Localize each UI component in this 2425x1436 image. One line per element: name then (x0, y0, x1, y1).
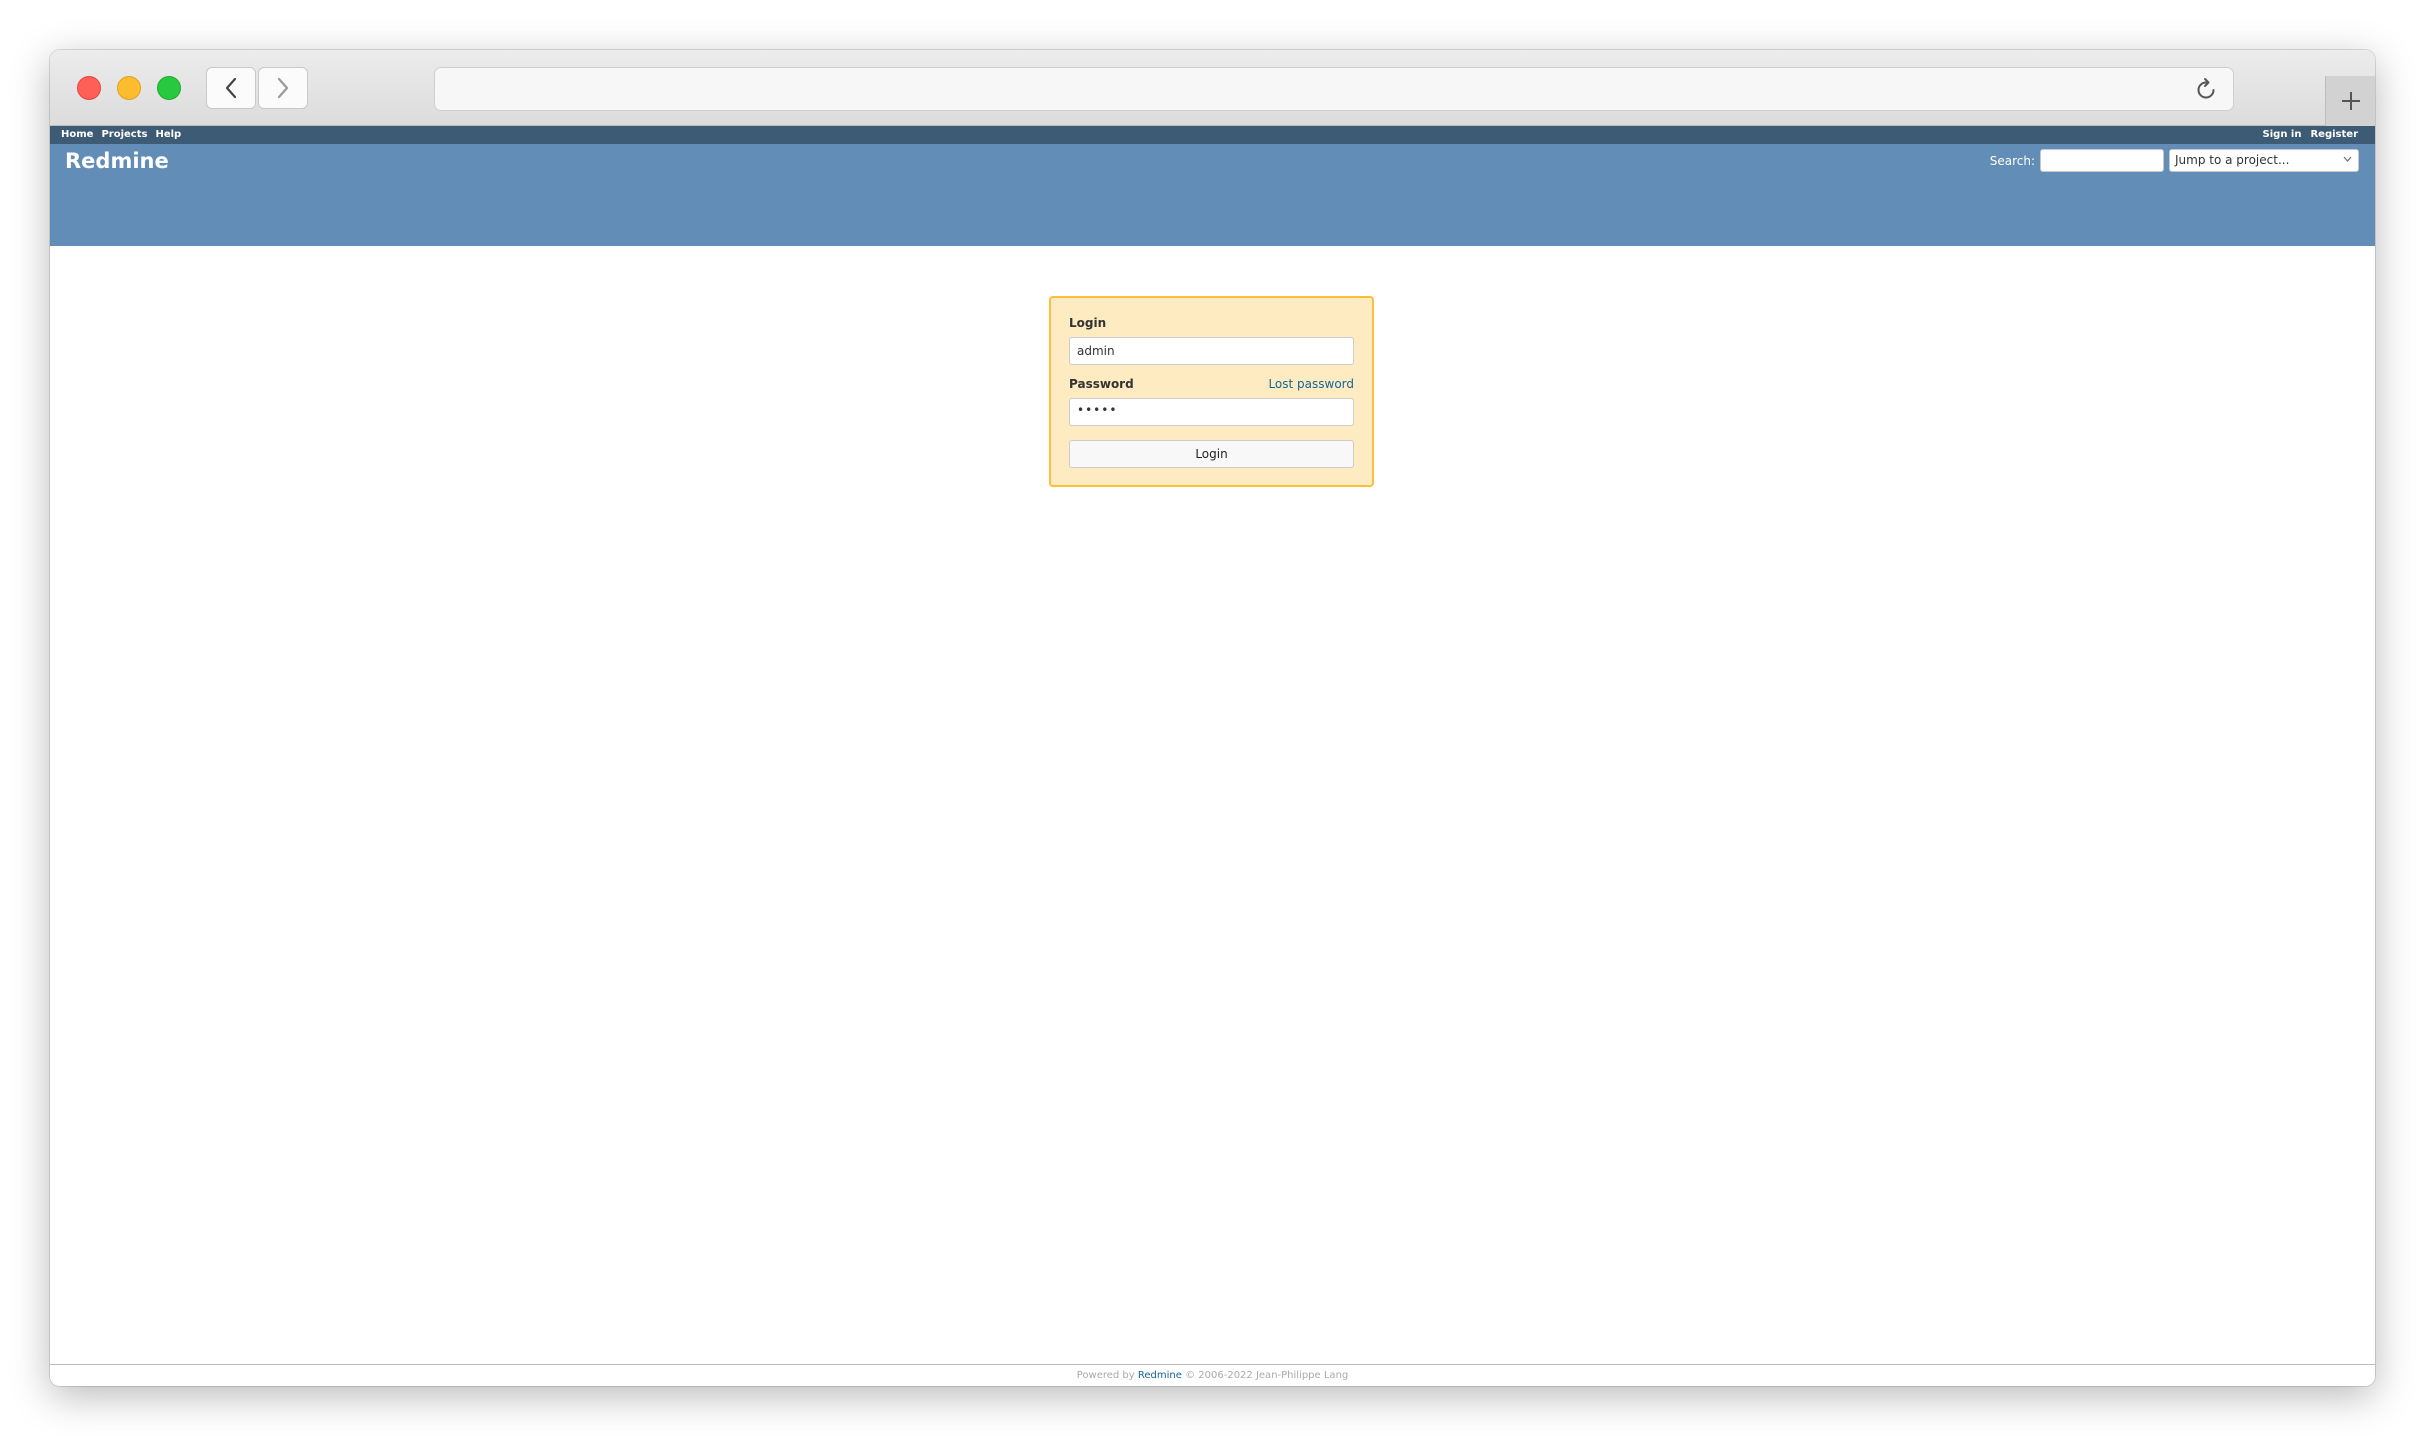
close-window-button[interactable] (77, 76, 101, 100)
browser-window: Home Projects Help Sign in Register Redm… (50, 50, 2375, 1386)
top-menu-left: Home Projects Help (61, 129, 181, 140)
footer: Powered by Redmine © 2006-2022 Jean-Phil… (50, 1364, 2375, 1386)
reload-icon[interactable] (2193, 77, 2219, 103)
footer-copyright: © 2006-2022 Jean-Philippe Lang (1185, 1370, 1349, 1381)
page-content: Home Projects Help Sign in Register Redm… (50, 126, 2375, 1386)
new-tab-button[interactable] (2325, 76, 2375, 126)
lost-password-link[interactable]: Lost password (1268, 377, 1354, 391)
register-link[interactable]: Register (2310, 129, 2358, 140)
help-link[interactable]: Help (155, 129, 181, 140)
quick-search: Search: Jump to a project... (1990, 149, 2359, 172)
chevron-right-icon (277, 77, 289, 99)
back-button[interactable] (206, 67, 256, 109)
password-input[interactable]: ••••• (1069, 398, 1354, 426)
username-input[interactable] (1069, 337, 1354, 365)
projects-link[interactable]: Projects (101, 129, 147, 140)
zoom-window-button[interactable] (157, 76, 181, 100)
home-link[interactable]: Home (61, 129, 93, 140)
footer-redmine-link[interactable]: Redmine (1138, 1370, 1182, 1381)
project-jump-select[interactable]: Jump to a project... (2169, 149, 2359, 172)
footer-powered-by: Powered by (1076, 1370, 1135, 1381)
forward-button[interactable] (258, 67, 308, 109)
top-menu: Home Projects Help Sign in Register (50, 126, 2375, 144)
login-form: Login Password Lost password ••••• Login (1049, 296, 1374, 487)
site-title: Redmine (65, 149, 169, 173)
login-label: Login (1069, 316, 1107, 330)
minimize-window-button[interactable] (117, 76, 141, 100)
page-header: Redmine Search: Jump to a project... (50, 144, 2375, 246)
search-input[interactable] (2040, 149, 2164, 172)
address-bar[interactable] (434, 67, 2234, 111)
password-label: Password (1069, 377, 1134, 391)
login-button[interactable]: Login (1069, 440, 1354, 468)
project-jump-label: Jump to a project... (2175, 153, 2290, 167)
sign-in-link[interactable]: Sign in (2263, 129, 2302, 140)
chevron-left-icon (225, 77, 237, 99)
account-menu: Sign in Register (2263, 129, 2358, 140)
search-label: Search: (1989, 153, 2035, 168)
chevron-down-icon (2343, 156, 2352, 162)
plus-icon (2341, 92, 2360, 110)
browser-toolbar (50, 50, 2375, 126)
